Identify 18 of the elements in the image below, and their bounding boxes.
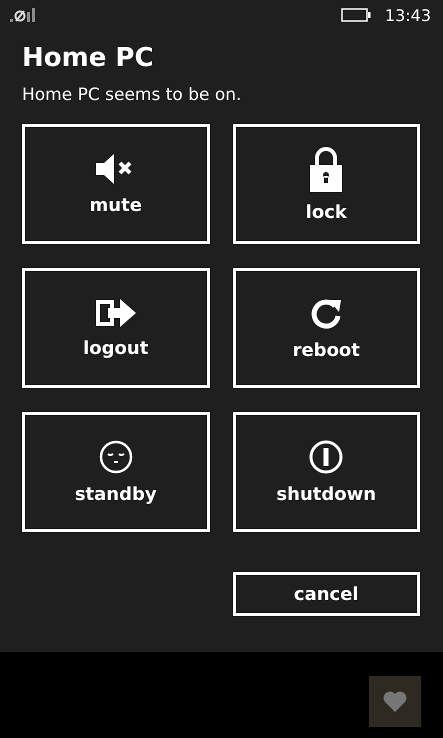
dialog-title: Home PC: [22, 42, 155, 75]
dialog-message: Home PC seems to be on.: [22, 84, 242, 107]
heart-icon: [383, 690, 407, 712]
battery-icon: [340, 8, 371, 22]
exit-arrow-icon: [94, 298, 138, 328]
cancel-button[interactable]: cancel: [232, 572, 420, 616]
action-button[interactable]: reboot: [232, 268, 420, 388]
clock-time: 13:43: [384, 6, 431, 24]
action-button[interactable]: logout: [22, 268, 210, 388]
favorite-button[interactable]: [369, 676, 421, 727]
action-button[interactable]: shutdown: [232, 412, 420, 532]
action-button[interactable]: standby: [22, 412, 210, 532]
action-button[interactable]: mute: [22, 124, 210, 244]
padlock-icon: [309, 146, 344, 192]
power-icon: [309, 440, 344, 474]
no-sim-signal-icon: [10, 7, 38, 23]
action-button[interactable]: lock: [232, 124, 420, 244]
sleeping-face-icon: [98, 440, 133, 474]
